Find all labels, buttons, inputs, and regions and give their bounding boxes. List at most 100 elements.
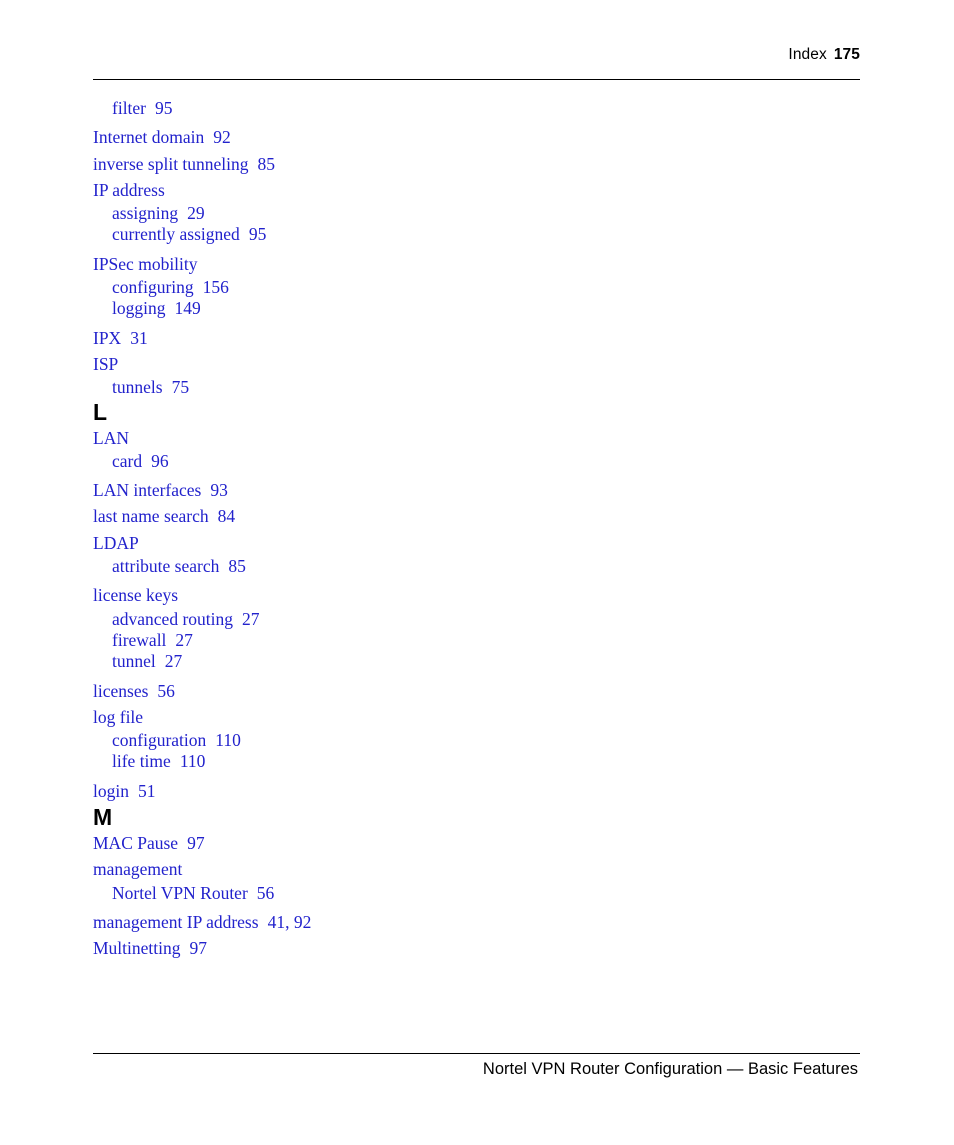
index-entry[interactable]: LDAP xyxy=(93,530,860,556)
index-entry-term: assigning xyxy=(112,203,179,224)
index-entry-term: card xyxy=(112,450,143,471)
index-entry-page-numbers[interactable]: 93 xyxy=(210,480,228,500)
index-entry-term: Internet domain xyxy=(93,127,205,148)
index-entry[interactable]: license keys xyxy=(93,582,860,608)
index-entry-page-numbers[interactable]: 56 xyxy=(257,883,275,903)
index-entry-term: management IP address xyxy=(93,911,259,932)
index-entry-term: logging xyxy=(112,298,166,319)
index-entry-page-numbers[interactable]: 84 xyxy=(218,506,236,526)
index-subentry[interactable]: logging 149 xyxy=(93,298,860,319)
index-entry-term: advanced routing xyxy=(112,608,233,629)
index-entry-page-numbers[interactable]: 27 xyxy=(165,651,183,671)
index-entry-term: IPX xyxy=(93,327,122,348)
index-entry-page-numbers[interactable]: 56 xyxy=(157,681,175,701)
index-entry-term: IPSec mobility xyxy=(93,253,198,274)
index-entry-page-numbers[interactable]: 92 xyxy=(213,127,231,147)
running-footer: Nortel VPN Router Configuration — Basic … xyxy=(482,1060,858,1078)
index-entry-term: tunnel xyxy=(112,651,156,672)
index-entry-term: currently assigned xyxy=(112,224,240,245)
index-entry-group: LAN card 96 LAN interfaces 93 last name searc… xyxy=(93,425,860,804)
index-entry-term: Nortel VPN Router xyxy=(112,882,248,903)
index-entry-page-numbers[interactable]: 75 xyxy=(172,377,190,397)
index-entry-term: configuration xyxy=(112,730,207,751)
index-entry-page-numbers[interactable]: 97 xyxy=(187,833,205,853)
index-entry[interactable]: IPX 31 xyxy=(93,325,860,351)
index-entry-term: LAN xyxy=(93,427,129,448)
index-entry-page-numbers[interactable]: 41, 92 xyxy=(268,912,312,932)
index-subentry[interactable]: attribute search 85 xyxy=(93,556,860,577)
index-entry-page-numbers[interactable]: 97 xyxy=(190,938,208,958)
index-entry-group: MAC Pause 97 management Nortel VPN Router 56… xyxy=(93,830,860,961)
index-subentry[interactable]: currently assigned 95 xyxy=(93,224,860,245)
index-entry-page-numbers[interactable]: 110 xyxy=(215,730,241,750)
index-subentry[interactable]: assigning 29 xyxy=(93,203,860,224)
index-entry-list: filter 95 Internet domain 92 inverse split t… xyxy=(93,98,860,962)
index-entry-page-numbers[interactable]: 95 xyxy=(155,98,173,118)
index-entry-term: filter xyxy=(112,98,147,118)
index-letter-heading-m: M xyxy=(93,804,113,831)
index-entry-term: inverse split tunneling xyxy=(93,153,249,174)
index-entry[interactable]: ISP xyxy=(93,351,860,377)
index-entry[interactable]: MAC Pause 97 xyxy=(93,830,860,856)
index-entry-term: license keys xyxy=(93,585,179,606)
footer-divider-rule xyxy=(93,1053,860,1054)
running-header: Index 175 xyxy=(93,46,860,64)
index-entry-term: tunnels xyxy=(112,377,163,398)
index-entry-term: Multinetting xyxy=(93,938,181,959)
index-subentry[interactable]: life time 110 xyxy=(93,751,860,772)
index-subentry[interactable]: tunnel 27 xyxy=(93,651,860,672)
index-entry-term: configuring xyxy=(112,277,194,298)
index-entry[interactable]: IP address xyxy=(93,177,860,203)
index-entry[interactable]: inverse split tunneling 85 xyxy=(93,151,860,177)
index-entry[interactable]: management xyxy=(93,856,860,882)
index-subentry[interactable]: firewall 27 xyxy=(93,630,860,651)
index-entry-page-numbers[interactable]: 85 xyxy=(258,154,276,174)
index-entry-term: IP address xyxy=(93,179,165,200)
index-entry[interactable]: Internet domain 92 xyxy=(93,124,860,150)
index-entry[interactable]: log file xyxy=(93,704,860,730)
index-entry[interactable]: login 51 xyxy=(93,778,860,804)
index-entry[interactable]: licenses 56 xyxy=(93,678,860,704)
index-entry-term: LDAP xyxy=(93,532,139,553)
index-entry[interactable]: IPSec mobility xyxy=(93,251,860,277)
index-entry[interactable]: LAN interfaces 93 xyxy=(93,477,860,503)
index-entry-term: last name search xyxy=(93,506,209,527)
index-subentry[interactable]: filter 95 xyxy=(93,98,860,119)
index-entry-term: log file xyxy=(93,706,144,727)
index-entry-page-numbers[interactable]: 51 xyxy=(138,781,156,801)
index-entry-page-numbers[interactable]: 110 xyxy=(180,751,206,771)
index-subentry[interactable]: Nortel VPN Router 56 xyxy=(93,883,860,904)
index-entry-page-numbers[interactable]: 27 xyxy=(175,630,193,650)
index-entry[interactable]: Multinetting 97 xyxy=(93,935,860,961)
index-subentry[interactable]: configuring 156 xyxy=(93,277,860,298)
index-entry-term: life time xyxy=(112,751,171,772)
index-entry-term: firewall xyxy=(112,629,167,650)
index-page: Index 175 filter 95 Internet domain 92 invers… xyxy=(0,0,954,1145)
index-entry-page-numbers[interactable]: 29 xyxy=(187,203,205,223)
index-entry-page-numbers[interactable]: 95 xyxy=(249,224,267,244)
running-header-page-number: 175 xyxy=(833,46,860,63)
index-entry-term: licenses xyxy=(93,680,149,701)
index-subentry[interactable]: advanced routing 27 xyxy=(93,609,860,630)
index-entry-term: ISP xyxy=(93,353,119,374)
index-subentry[interactable]: tunnels 75 xyxy=(93,377,860,398)
index-entry-page-numbers[interactable]: 27 xyxy=(242,609,260,629)
index-entry[interactable]: management IP address 41, 92 xyxy=(93,909,860,935)
index-entry-term: attribute search xyxy=(112,556,220,577)
header-divider-rule xyxy=(93,79,860,80)
index-entry-term: LAN interfaces xyxy=(93,480,202,501)
index-subentry[interactable]: configuration 110 xyxy=(93,730,860,751)
index-entry-term: MAC Pause xyxy=(93,833,179,854)
index-entry[interactable]: last name search 84 xyxy=(93,503,860,529)
running-header-label: Index xyxy=(788,46,827,63)
index-entry-page-numbers[interactable]: 96 xyxy=(151,451,169,471)
index-entry-page-numbers[interactable]: 149 xyxy=(174,298,200,318)
index-entry-page-numbers[interactable]: 85 xyxy=(228,556,246,576)
index-entry-page-numbers[interactable]: 31 xyxy=(130,328,148,348)
index-entry-page-numbers[interactable]: 156 xyxy=(203,277,229,297)
index-subentry[interactable]: card 96 xyxy=(93,451,860,472)
index-letter-heading-l: L xyxy=(93,398,108,425)
index-entry[interactable]: LAN xyxy=(93,425,860,451)
index-entry-term: login xyxy=(93,780,129,801)
index-entry-group: filter 95 Internet domain 92 inverse split t… xyxy=(93,98,860,399)
